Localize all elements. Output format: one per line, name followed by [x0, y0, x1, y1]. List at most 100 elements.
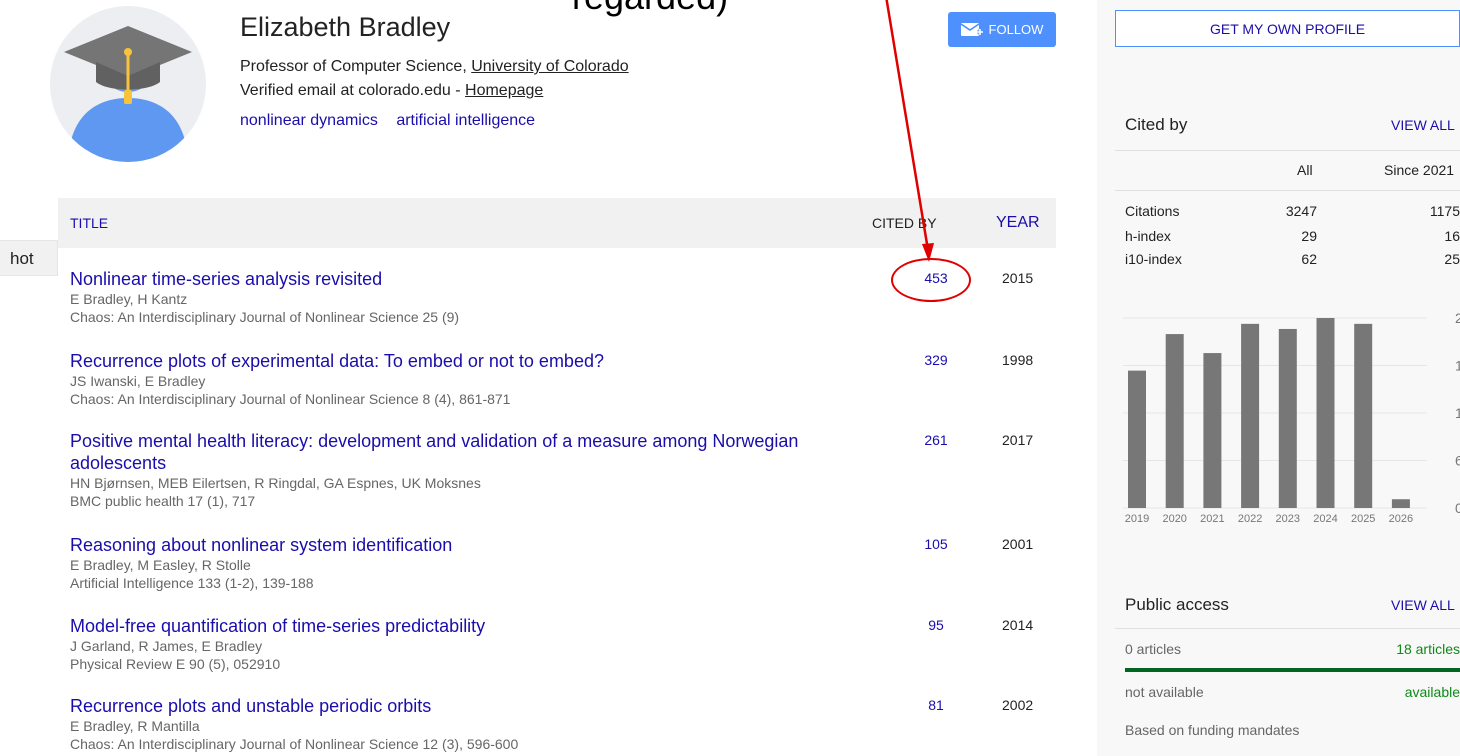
affiliation-prefix: Professor of Computer Science,	[240, 58, 472, 75]
cited-by-count-link[interactable]: 95	[916, 617, 956, 633]
article-venue: Chaos: An Interdisciplinary Journal of N…	[70, 391, 511, 407]
stat-all: 62	[1301, 251, 1317, 267]
interest-link[interactable]: artificial intelligence	[396, 112, 535, 129]
chart-y-tick-label: 195	[1455, 358, 1460, 374]
profile-email: Verified email at colorado.edu - Homepag…	[240, 82, 543, 100]
chart-bar[interactable]	[1203, 353, 1222, 508]
divider	[1115, 150, 1460, 151]
table-row: Reasoning about nonlinear system identif…	[70, 534, 1060, 592]
table-row: Model-free quantification of time-series…	[70, 615, 1060, 673]
side-tab[interactable]: hot	[0, 240, 58, 276]
article-venue: Physical Review E 90 (5), 052910	[70, 656, 281, 672]
public-access-unavailable-label: not available	[1125, 684, 1204, 700]
sort-by-year[interactable]: YEAR	[996, 214, 1040, 232]
article-venue: Chaos: An Interdisciplinary Journal of N…	[70, 736, 519, 752]
divider	[1115, 628, 1460, 629]
article-year: 2002	[1002, 697, 1034, 713]
chart-x-tick-label: 2022	[1238, 513, 1262, 525]
chart-x-tick-label: 2021	[1200, 513, 1224, 525]
divider	[1115, 190, 1460, 191]
article-venue: Artificial Intelligence 133 (1-2), 139-1…	[70, 575, 314, 591]
article-year: 2017	[1002, 432, 1034, 448]
profile-name: Elizabeth Bradley	[240, 12, 451, 42]
article-title-link[interactable]: Model-free quantification of time-series…	[70, 615, 850, 637]
chart-x-tick-label: 2019	[1125, 513, 1149, 525]
chart-y-tick-label: 0	[1455, 500, 1460, 516]
article-authors: E Bradley, M Easley, R Stolle	[70, 557, 251, 573]
interest-link[interactable]: nonlinear dynamics	[240, 112, 378, 129]
chart-bar[interactable]	[1354, 323, 1373, 508]
stat-all: 3247	[1285, 203, 1317, 219]
chart-bar[interactable]	[1391, 499, 1410, 508]
chart-x-tick-label: 2020	[1162, 513, 1186, 525]
chart-bar[interactable]	[1241, 323, 1260, 508]
chart-y-tick-label: 65	[1455, 453, 1460, 469]
stat-label: Citations	[1125, 203, 1180, 219]
citations-chart: 2019 2020 2021 2022 2023 2024 2025 2026 0 65 130 1…	[1123, 310, 1460, 525]
chart-x-tick-label: 2025	[1351, 513, 1375, 525]
article-venue: Chaos: An Interdisciplinary Journal of N…	[70, 309, 460, 325]
sort-by-title[interactable]: TITLE	[70, 215, 108, 231]
article-title-link[interactable]: Recurrence plots of experimental data: T…	[70, 350, 850, 372]
homepage-link[interactable]: Homepage	[465, 82, 543, 99]
follow-button[interactable]: FOLLOW	[948, 12, 1056, 47]
affiliation-link[interactable]: University of Colorado	[471, 58, 628, 75]
cited-by-count-link[interactable]: 329	[916, 352, 956, 368]
public-access-available-count: 18 articles	[1396, 641, 1460, 657]
article-title-link[interactable]: Positive mental health literacy: develop…	[70, 430, 850, 474]
cited-by-count-link[interactable]: 105	[916, 536, 956, 552]
stats-col-since: Since 2021	[1384, 162, 1455, 178]
cited-by-card: Cited by VIEW ALL All Since 2021 Citatio…	[1115, 108, 1460, 278]
public-access-bar	[1125, 668, 1460, 672]
annotation-ellipse	[891, 258, 971, 302]
chart-bar[interactable]	[1278, 328, 1297, 508]
article-venue: BMC public health 17 (1), 717	[70, 493, 256, 509]
articles-table-header: TITLE CITED BY YEAR	[58, 198, 1056, 248]
article-authors: J Garland, R James, E Bradley	[70, 638, 263, 654]
article-title-link[interactable]: Reasoning about nonlinear system identif…	[70, 534, 850, 556]
public-access-card: Public access VIEW ALL 0 articles 18 art…	[1115, 586, 1460, 756]
cited-by-view-all-link[interactable]: VIEW ALL	[1391, 117, 1455, 133]
article-authors: E Bradley, R Mantilla	[70, 718, 200, 734]
interests: nonlinear dynamics artificial intelligen…	[240, 112, 549, 130]
profile-affiliation: Professor of Computer Science, Universit…	[240, 58, 629, 76]
email-text: Verified email at colorado.edu -	[240, 82, 466, 99]
article-title-link[interactable]: Nonlinear time-series analysis revisited	[70, 268, 850, 290]
cited-by-count-link[interactable]: 261	[916, 432, 956, 448]
public-access-view-all-link[interactable]: VIEW ALL	[1391, 597, 1455, 613]
chart-bar[interactable]	[1316, 318, 1335, 508]
table-row: Positive mental health literacy: develop…	[70, 430, 1060, 510]
article-title-link[interactable]: Recurrence plots and unstable periodic o…	[70, 695, 850, 717]
annotation-text: regarded)	[572, 0, 728, 18]
article-authors: JS Iwanski, E Bradley	[70, 373, 206, 389]
avatar	[50, 6, 206, 162]
table-row: Recurrence plots of experimental data: T…	[70, 350, 1060, 408]
stat-label: i10-index	[1125, 251, 1182, 267]
chart-bar[interactable]	[1128, 370, 1146, 508]
article-year: 1998	[1002, 352, 1034, 368]
graduate-avatar-icon	[64, 26, 192, 162]
chart-y-tick-label: 260	[1455, 310, 1460, 326]
chart-bar[interactable]	[1165, 334, 1184, 508]
sort-by-cited[interactable]: CITED BY	[872, 215, 937, 231]
chart-y-tick-label: 130	[1455, 405, 1460, 421]
article-year: 2001	[1002, 536, 1034, 552]
chart-x-tick-label: 2024	[1313, 513, 1337, 525]
public-access-title: Public access	[1125, 595, 1229, 614]
chart-x-tick-label: 2026	[1389, 513, 1413, 525]
table-row: Recurrence plots and unstable periodic o…	[70, 695, 1060, 753]
stat-label: h-index	[1125, 228, 1171, 244]
public-access-available-label: available	[1404, 684, 1460, 700]
stat-all: 29	[1301, 228, 1317, 244]
public-access-unavailable-count: 0 articles	[1125, 641, 1182, 657]
mail-plus-icon	[960, 22, 983, 36]
get-own-profile-button[interactable]: GET MY OWN PROFILE	[1115, 10, 1460, 47]
funding-mandates-note: Based on funding mandates	[1125, 722, 1300, 738]
article-year: 2015	[1002, 270, 1034, 286]
cited-by-count-link[interactable]: 81	[916, 697, 956, 713]
public-access-bar-fill	[1125, 668, 1460, 672]
article-authors: HN Bjørnsen, MEB Eilertsen, R Ringdal, G…	[70, 475, 481, 491]
stat-since: 1175	[1429, 203, 1460, 219]
chart-x-tick-label: 2023	[1276, 513, 1300, 525]
stat-since: 25	[1444, 251, 1460, 267]
